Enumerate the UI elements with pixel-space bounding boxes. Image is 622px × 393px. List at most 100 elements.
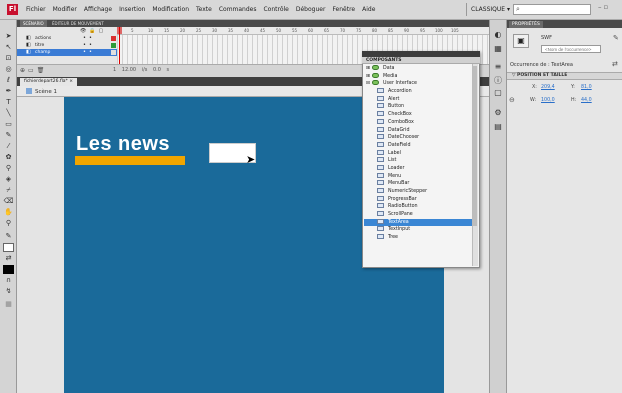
swatches-panel-icon[interactable]: ▦ <box>492 44 504 54</box>
workspace-switcher[interactable]: CLASSIQUE ▾ <box>466 3 514 16</box>
component-item[interactable]: List <box>364 157 472 165</box>
component-item[interactable]: Loader <box>364 164 472 173</box>
expand-toggle-icon[interactable]: ⊞ <box>366 74 370 79</box>
frame-ruler[interactable]: 5 10 15 20 25 30 35 40 45 50 55 60 65 70… <box>117 27 489 35</box>
x-value-field[interactable]: 209,4 <box>541 85 555 90</box>
menu-item-commandes[interactable]: Commandes <box>219 4 257 15</box>
brush-tool-icon[interactable]: ⁄ <box>3 142 14 151</box>
component-item[interactable]: ProgressBar <box>364 195 472 204</box>
component-item[interactable]: Alert <box>364 95 472 104</box>
paint-bucket-tool-icon[interactable]: ◈ <box>3 175 14 184</box>
layer-row-champ[interactable]: ◧ champ •• <box>17 49 117 56</box>
hand-tool-icon[interactable]: ✋ <box>3 208 14 217</box>
deco-tool-icon[interactable]: ✿ <box>3 153 14 162</box>
layer-toggles[interactable]: •• <box>83 35 95 42</box>
rectangle-tool-icon[interactable]: ▭ <box>3 120 14 129</box>
tab-motion-editor[interactable]: ÉDITEUR DE MOUVEMENT <box>49 20 107 27</box>
h-value-field[interactable]: 44,0 <box>581 98 592 103</box>
swap-symbol-icon[interactable]: ⇄ <box>612 60 618 68</box>
component-item[interactable]: DateField <box>364 141 472 150</box>
menu-item-modification[interactable]: Modification <box>152 4 189 15</box>
smooth-icon[interactable]: ↯ <box>3 287 14 296</box>
component-item[interactable]: TextInput <box>364 226 472 234</box>
component-item[interactable]: RadioButton <box>364 203 472 211</box>
3d-rotation-tool-icon[interactable]: ◎ <box>3 65 14 74</box>
menu-item-controle[interactable]: Contrôle <box>263 4 288 15</box>
search-input[interactable]: ⌕ <box>513 4 591 15</box>
layer-row-actions[interactable]: ◧ actions •• <box>17 35 117 42</box>
component-item[interactable]: TextArea <box>364 218 472 227</box>
option-icon[interactable]: ▦ <box>3 300 14 309</box>
component-category[interactable]: ⊞ Media <box>364 72 472 81</box>
lock-proportions-icon[interactable]: ⊖ <box>509 96 515 104</box>
component-item[interactable]: Label <box>364 149 472 158</box>
menu-item-insertion[interactable]: Insertion <box>119 4 145 15</box>
align-panel-icon[interactable]: ≡ <box>492 62 504 72</box>
pen-tool-icon[interactable]: ✒ <box>3 87 14 96</box>
zoom-tool-icon[interactable]: ⚲ <box>3 219 14 228</box>
stroke-color-icon[interactable]: ✎ <box>3 232 14 241</box>
lasso-tool-icon[interactable]: ℓ <box>3 76 14 85</box>
fill-color-swatch[interactable] <box>3 243 14 252</box>
component-category[interactable]: ⊞ Data <box>364 65 472 73</box>
component-item[interactable]: NumericStepper <box>364 188 472 196</box>
expand-toggle-icon[interactable]: ⊞ <box>366 66 370 71</box>
menu-item-fichier[interactable]: Fichier <box>26 4 46 15</box>
component-category[interactable]: ⊟ User Interface <box>364 80 472 88</box>
components-scroll-thumb[interactable] <box>473 66 477 226</box>
component-item[interactable]: DateChooser <box>364 134 472 142</box>
free-transform-tool-icon[interactable]: ⊡ <box>3 54 14 63</box>
line-tool-icon[interactable]: ╲ <box>3 109 14 118</box>
menu-item-texte[interactable]: Texte <box>196 4 212 15</box>
y-value-field[interactable]: 81,0 <box>581 85 592 90</box>
pencil-tool-icon[interactable]: ✎ <box>3 131 14 140</box>
document-tab[interactable]: fichierdepart26.fla* × <box>20 78 78 86</box>
menu-item-aide[interactable]: Aide <box>362 4 375 15</box>
component-item[interactable]: ScrollPane <box>364 211 472 219</box>
layer-row-titre[interactable]: ◧ titre •• <box>17 42 117 49</box>
tab-scenario[interactable]: SCÉNARIO <box>20 20 47 27</box>
playhead[interactable] <box>119 27 120 64</box>
component-item[interactable]: Tree <box>364 234 472 242</box>
components-panel-icon[interactable]: ⚙ <box>492 108 504 118</box>
menu-item-affichage[interactable]: Affichage <box>84 4 112 15</box>
tab-properties[interactable]: PROPRIÉTÉS <box>509 21 543 28</box>
expand-toggle-icon[interactable]: ⊟ <box>366 81 370 86</box>
layer-toggles[interactable]: •• <box>83 49 95 56</box>
subselection-tool-icon[interactable]: ↖ <box>3 43 14 52</box>
component-item[interactable]: CheckBox <box>364 111 472 119</box>
title-underline-bar[interactable] <box>75 156 185 165</box>
eraser-tool-icon[interactable]: ⌫ <box>3 197 14 206</box>
menu-item-deboguer[interactable]: Déboguer <box>296 4 326 15</box>
component-item[interactable]: Accordion <box>364 88 472 96</box>
component-item[interactable]: ComboBox <box>364 118 472 127</box>
layer-color-swatch[interactable] <box>111 43 116 48</box>
selection-tool-icon[interactable]: ➤ <box>3 32 14 41</box>
layer-toggles[interactable]: •• <box>83 42 95 49</box>
menu-item-fenetre[interactable]: Fenêtre <box>332 4 355 15</box>
text-tool-icon[interactable]: T <box>3 98 14 107</box>
layer-color-swatch[interactable] <box>111 36 116 41</box>
component-item[interactable]: Menu <box>364 172 472 181</box>
black-white-swatch[interactable] <box>3 265 14 274</box>
w-value-field[interactable]: 100,0 <box>541 98 555 103</box>
bone-tool-icon[interactable]: ⚲ <box>3 164 14 173</box>
component-item[interactable]: Button <box>364 103 472 111</box>
layer-header-icons[interactable]: 👁🔒▢ <box>80 28 106 34</box>
snap-icon[interactable]: ∩ <box>3 276 14 285</box>
library-panel-icon[interactable]: ▤ <box>492 122 504 132</box>
component-item[interactable]: DataGrid <box>364 126 472 135</box>
color-panel-icon[interactable]: ◐ <box>492 30 504 40</box>
scene-breadcrumb[interactable]: Scène 1 <box>26 88 57 95</box>
instance-name-field[interactable] <box>541 45 601 53</box>
window-controls[interactable]: –▫ <box>598 3 610 11</box>
menu-item-modifier[interactable]: Modifier <box>53 4 77 15</box>
eyedropper-tool-icon[interactable]: ⌿ <box>3 186 14 195</box>
edit-symbol-icon[interactable]: ✎ <box>613 34 619 42</box>
layer-color-swatch[interactable] <box>111 50 116 55</box>
layer-actions[interactable]: ⊕▭🗑 <box>20 67 47 74</box>
news-title[interactable]: Les news <box>76 133 170 156</box>
component-item[interactable]: MenuBar <box>364 180 472 188</box>
swap-colors-icon[interactable]: ⇄ <box>3 254 14 263</box>
transform-panel-icon[interactable]: ▢ <box>492 88 504 98</box>
